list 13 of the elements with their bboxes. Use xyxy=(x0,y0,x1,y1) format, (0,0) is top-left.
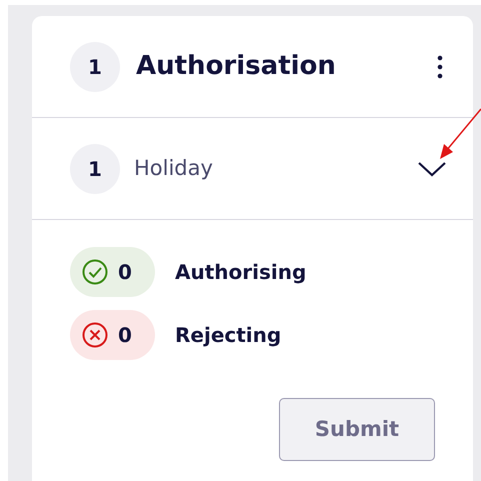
count-badge: 1 xyxy=(70,42,120,92)
count-badge: 1 xyxy=(70,144,120,194)
category-label: Holiday xyxy=(134,154,213,182)
chevron-down-icon[interactable] xyxy=(417,160,447,176)
more-options-icon[interactable] xyxy=(437,54,443,78)
check-circle-icon xyxy=(82,259,108,285)
cross-circle-icon xyxy=(82,322,108,348)
card-title: Authorisation xyxy=(136,50,336,83)
category-row[interactable]: 1 Holiday xyxy=(32,118,473,220)
count-text: 0 xyxy=(118,259,132,286)
count-text: 0 xyxy=(118,322,132,349)
tally-label: Rejecting xyxy=(175,322,282,349)
tally-label: Authorising xyxy=(175,259,306,286)
